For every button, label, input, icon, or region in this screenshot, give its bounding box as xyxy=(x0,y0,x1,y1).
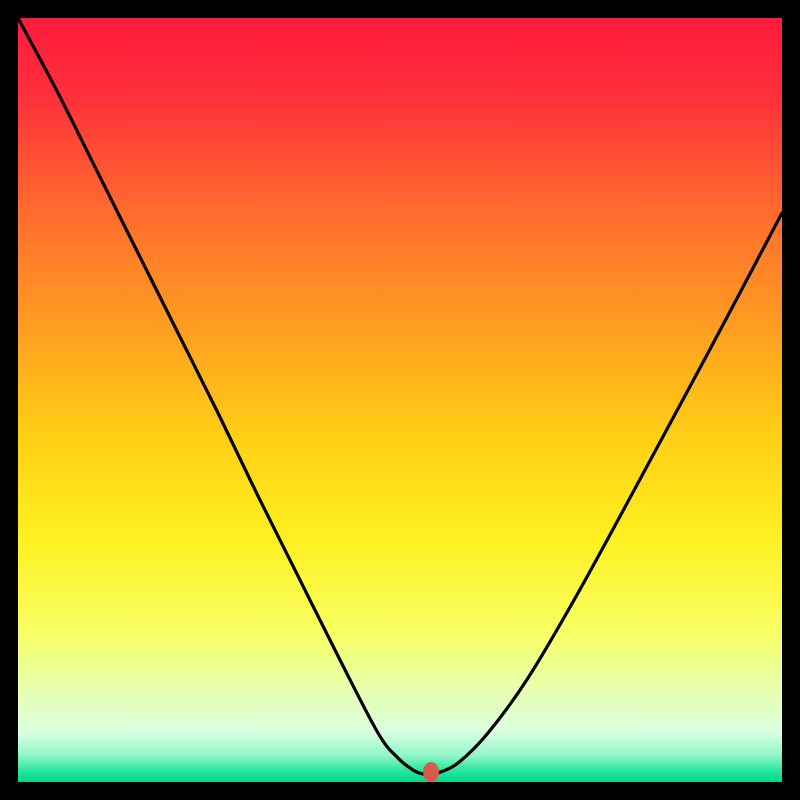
optimal-marker xyxy=(423,762,439,782)
chart-frame: TheBottleneck.com xyxy=(18,18,782,782)
chart-background xyxy=(18,18,782,782)
chart-svg xyxy=(18,18,782,782)
